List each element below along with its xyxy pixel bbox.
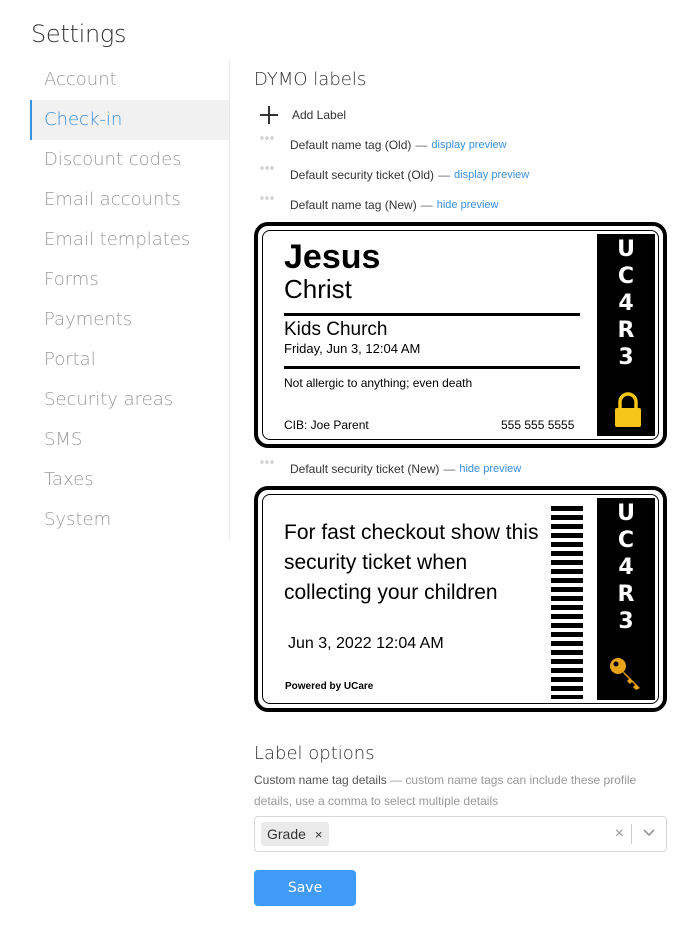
display-preview-link[interactable]: display preview — [454, 169, 529, 181]
label-name: Default security ticket (New) — [290, 462, 440, 476]
sidebar-item-taxes[interactable]: Taxes — [30, 460, 229, 500]
hide-preview-link[interactable]: hide preview — [459, 463, 521, 475]
label-separator: — — [443, 462, 456, 476]
select-divider — [631, 824, 632, 844]
security-ticket-datetime: Jun 3, 2022 12:04 AM — [288, 635, 444, 652]
label-item: °°° Default security ticket (New) — hide… — [254, 454, 668, 484]
drag-handle-icon[interactable]: °°° — [260, 461, 282, 471]
plus-icon — [260, 106, 278, 124]
code-char: U — [617, 237, 635, 262]
label-options-description: Custom name tag details — custom name ta… — [254, 770, 668, 812]
sidebar-item-system[interactable]: System — [30, 500, 229, 540]
security-ticket-message: For fast checkout show this security tic… — [284, 521, 539, 604]
chip-label: Grade — [267, 826, 306, 842]
code-char: 4 — [618, 291, 634, 316]
save-button[interactable]: Save — [254, 870, 356, 906]
name-tag-preview: Jesus Christ Kids Church Friday, Jun 3, … — [254, 222, 667, 448]
code-char: R — [617, 318, 635, 343]
label-separator: — — [420, 198, 433, 212]
label-name: Default name tag (New) — [290, 198, 417, 212]
drag-handle-icon[interactable]: °°° — [260, 197, 282, 207]
drag-handle-icon[interactable]: °°° — [260, 167, 282, 177]
sidebar-item-email-templates[interactable]: Email templates — [30, 220, 229, 260]
divider — [284, 313, 580, 316]
code-char: U — [617, 501, 635, 526]
sidebar-item-payments[interactable]: Payments — [30, 300, 229, 340]
name-tag-phone: 555 555 5555 — [501, 418, 575, 432]
remove-chip-icon[interactable]: × — [315, 827, 323, 842]
name-tag-datetime: Friday, Jun 3, 12:04 AM — [284, 341, 421, 356]
security-ticket-preview: For fast checkout show this security tic… — [254, 486, 667, 712]
selected-chip: Grade × — [261, 822, 329, 846]
display-preview-link[interactable]: display preview — [431, 139, 506, 151]
label-item: °°° Default security ticket (Old) — disp… — [254, 160, 668, 190]
name-tag-checked-in-by: CIB: Joe Parent — [284, 418, 369, 432]
name-tag-first-name: Jesus — [284, 238, 381, 276]
label-options-title: Label options — [254, 743, 375, 764]
add-label-button[interactable]: Add Label — [254, 100, 668, 130]
settings-sidebar: Account Check-in Discount codes Email ac… — [30, 60, 230, 540]
divider — [284, 366, 580, 369]
code-char: C — [617, 264, 635, 289]
sidebar-item-portal[interactable]: Portal — [30, 340, 229, 380]
add-label-text: Add Label — [292, 108, 347, 122]
barcode — [551, 506, 583, 699]
sidebar-item-check-in[interactable]: Check-in — [30, 100, 229, 140]
code-char: 3 — [618, 345, 634, 370]
name-tag-last-name: Christ — [284, 274, 352, 304]
label-name: Default security ticket (Old) — [290, 168, 435, 182]
main-content: DYMO labels Add Label °°° Default name t… — [254, 60, 668, 906]
dymo-labels-title: DYMO labels — [254, 69, 367, 90]
sidebar-item-email-accounts[interactable]: Email accounts — [30, 180, 229, 220]
code-char: 3 — [618, 609, 634, 634]
custom-details-select[interactable]: Grade × × — [254, 816, 667, 852]
field-label: Custom name tag details — [254, 773, 387, 787]
sidebar-item-discount-codes[interactable]: Discount codes — [30, 140, 229, 180]
label-item: °°° Default name tag (New) — hide previe… — [254, 190, 668, 220]
page-title: Settings — [31, 20, 127, 48]
code-char: R — [617, 582, 635, 607]
label-item: °°° Default name tag (Old) — display pre… — [254, 130, 668, 160]
clear-icon[interactable]: × — [615, 825, 624, 843]
code-char: C — [617, 528, 635, 553]
powered-by: Powered by UCare — [285, 681, 374, 692]
hide-preview-link[interactable]: hide preview — [437, 199, 499, 211]
lock-icon — [615, 392, 641, 427]
name-tag-allergy: Not allergic to anything; even death — [284, 376, 473, 390]
key-icon — [610, 658, 640, 690]
chevron-down-icon[interactable] — [642, 828, 656, 838]
label-separator: — — [415, 138, 428, 152]
label-separator: — — [438, 168, 451, 182]
sidebar-item-security-areas[interactable]: Security areas — [30, 380, 229, 420]
code-char: 4 — [618, 555, 634, 580]
sidebar-item-account[interactable]: Account — [30, 60, 229, 100]
label-name: Default name tag (Old) — [290, 138, 412, 152]
sidebar-item-forms[interactable]: Forms — [30, 260, 229, 300]
sidebar-item-sms[interactable]: SMS — [30, 420, 229, 460]
name-tag-group: Kids Church — [284, 319, 388, 340]
drag-handle-icon[interactable]: °°° — [260, 137, 282, 147]
